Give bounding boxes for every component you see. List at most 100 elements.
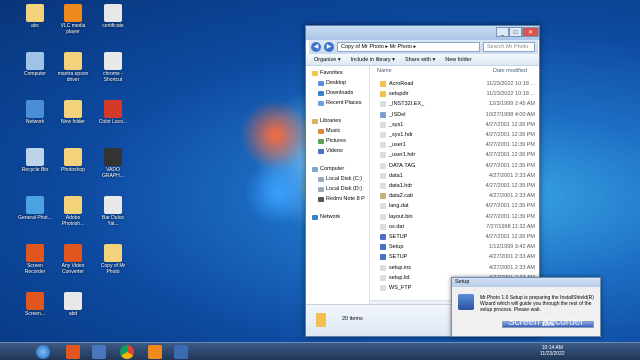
file-row[interactable]: layout.bin 4/27/2001 12:39 PM [380,212,535,222]
file-icon [380,81,386,87]
forward-icon[interactable]: ▶ [324,42,334,52]
desktop-icon-label: Screen Recorder [24,263,46,275]
nav-computer[interactable]: Computer [312,166,344,172]
desktop-icon-item[interactable]: Copy of Mr Photo [96,244,130,275]
file-row[interactable]: SETUP 4/27/2001 12:39 PM [380,232,535,242]
desktop-icon-label: VLC media player [60,23,86,35]
start-button[interactable] [36,345,50,359]
nav-pictures[interactable]: Pictures [318,138,346,144]
desktop-icon-item[interactable]: VADO GRAPH... [96,148,130,179]
new-folder-button[interactable]: New folder [445,57,471,63]
file-icon [380,101,386,108]
file-row[interactable]: data1 4/27/2001 2:33 AM [380,171,535,181]
file-row[interactable]: data2.cab 4/27/2001 2:33 AM [380,191,535,201]
file-date: 4/27/2001 12:39 PM [485,162,535,169]
file-date: 1/12/1999 3:42 AM [488,244,535,251]
nav-phone[interactable]: Redmi Note 8 P [318,196,365,202]
desktop-icon-item[interactable]: Screen... [18,292,52,318]
desktop-icon-item[interactable]: Screen Recorder [18,244,52,275]
desktop-icon-item[interactable]: mantra epson driver [56,52,90,83]
file-name: _user1 [389,142,406,149]
file-date: 4/27/2001 12:39 PM [485,121,535,128]
file-row[interactable]: lang.dat 4/27/2001 12:39 PM [380,201,535,211]
file-row[interactable]: _sys1.hdr 4/27/2001 12:39 PM [380,130,535,140]
column-header-date[interactable]: Date modified [493,68,527,74]
nav-desktop[interactable]: Desktop [318,80,346,86]
address-bar[interactable]: Copy of Mr Photo ▸ Mr Photo ▸ [337,42,480,52]
desktop-icon-item[interactable]: abc [18,4,52,30]
desktop-icon-item[interactable]: Adobe Photosh... [56,196,90,227]
file-row[interactable]: data1.hdr 4/27/2001 12:39 PM [380,181,535,191]
file-row[interactable]: _ISDel 10/27/1998 4:00 AM [380,110,535,120]
file-row[interactable]: SETUP 4/27/2001 2:33 AM [380,252,535,262]
app-icon [64,292,82,310]
file-icon [380,162,386,169]
nav-recent-places[interactable]: Recent Places [318,100,361,106]
close-button[interactable]: ✕ [522,27,539,37]
desktop-icon-item[interactable]: Network [18,100,52,126]
file-name: _ISDel [389,111,406,118]
file-name: data2.cab [389,193,414,200]
desktop-icon-item[interactable]: Color Laco... [96,100,130,126]
file-row[interactable]: os.dat 7/27/1998 11:32 AM [380,222,535,232]
share-with-button[interactable]: Share with ▾ [405,57,435,63]
nav-local-disk-c[interactable]: Local Disk (C:) [318,176,362,182]
back-icon[interactable]: ◀ [311,42,321,52]
file-row[interactable]: setupdir 11/23/2022 10:18 ... [380,89,535,99]
desktop-icon-item[interactable]: Bar Dulce Yal... [96,196,130,227]
nav-music[interactable]: Music [318,128,340,134]
app-icon [26,52,44,70]
watermark: Screen Recorder [508,317,584,328]
window-titlebar[interactable]: _ □ ✕ [306,26,539,40]
file-row[interactable]: DATA.TAG 4/27/2001 12:39 PM [380,161,535,171]
file-date: 4/27/2001 12:39 PM [485,183,535,189]
desktop-icon-item[interactable]: Computer [18,52,52,78]
taskbar-screen-recorder[interactable] [66,345,80,359]
file-row[interactable]: AcroRead 11/23/2022 10:18 ... [380,79,535,89]
desktop-icon-item[interactable]: Recycle Bin [18,148,52,174]
include-in-library-button[interactable]: Include in library ▾ [351,57,395,63]
minimize-button[interactable]: _ [496,27,509,37]
setup-dialog[interactable]: Setup Mr.Photo 1.6 Setup is preparing th… [451,277,601,337]
file-row[interactable]: _INST32I.EX_ 12/3/1999 2:45 AM [380,99,535,109]
file-icon [380,213,386,220]
file-icon [380,244,386,251]
desktop-icon-label: General Phot... [18,215,52,221]
file-row[interactable]: Setup 1/12/1999 3:42 AM [380,242,535,252]
organize-button[interactable]: Organize ▾ [314,57,341,63]
file-name: _INST32I.EX_ [389,101,425,108]
file-name: Setup [389,244,404,251]
desktop-icon-item[interactable]: certificate [96,4,130,30]
desktop-icon-item[interactable]: Any Video Converter [56,244,90,275]
file-row[interactable]: _user1 4/27/2001 12:39 PM [380,140,535,150]
desktop-icon-item[interactable]: New folder [56,100,90,126]
taskbar-chrome[interactable] [120,345,134,359]
desktop-icon-item[interactable]: abd [56,292,90,318]
file-name: os.dat [389,223,404,230]
desktop-icon-label: abd [68,311,78,317]
desktop-icon-item[interactable]: General Phot... [18,196,52,222]
nav-downloads[interactable]: Downloads [318,90,353,96]
nav-local-disk-d[interactable]: Local Disk (D:) [318,186,362,192]
nav-libraries[interactable]: Libraries [312,118,341,124]
nav-videos[interactable]: Videos [318,148,343,154]
search-input[interactable]: Search Mr Photo [483,42,535,52]
installer-icon [458,294,474,310]
column-header-name[interactable]: Name [377,68,392,74]
desktop-icon-label: Photoshop [61,167,85,173]
taskbar-explorer[interactable] [92,345,106,359]
file-row[interactable]: _user1.hdr 4/27/2001 12:39 PM [380,150,535,160]
file-row[interactable]: setup.ins 4/27/2001 2:33 AM [380,263,535,273]
nav-network[interactable]: Network [312,214,340,220]
desktop-icon-item[interactable]: chrome - Shortcut [96,52,130,83]
desktop-icon-item[interactable]: VLC media player [56,4,90,35]
taskbar-vlc[interactable] [148,345,162,359]
videos-icon [318,148,324,154]
nav-favorites[interactable]: Favorites [312,70,343,76]
app-icon [26,292,44,310]
taskbar-setup[interactable] [174,345,188,359]
desktop-icon-item[interactable]: Photoshop [56,148,90,174]
file-row[interactable]: _sys1 4/27/2001 12:39 PM [380,120,535,130]
system-clock[interactable]: 10:14 AM 11/23/2022 [540,345,565,357]
maximize-button[interactable]: □ [509,27,522,37]
